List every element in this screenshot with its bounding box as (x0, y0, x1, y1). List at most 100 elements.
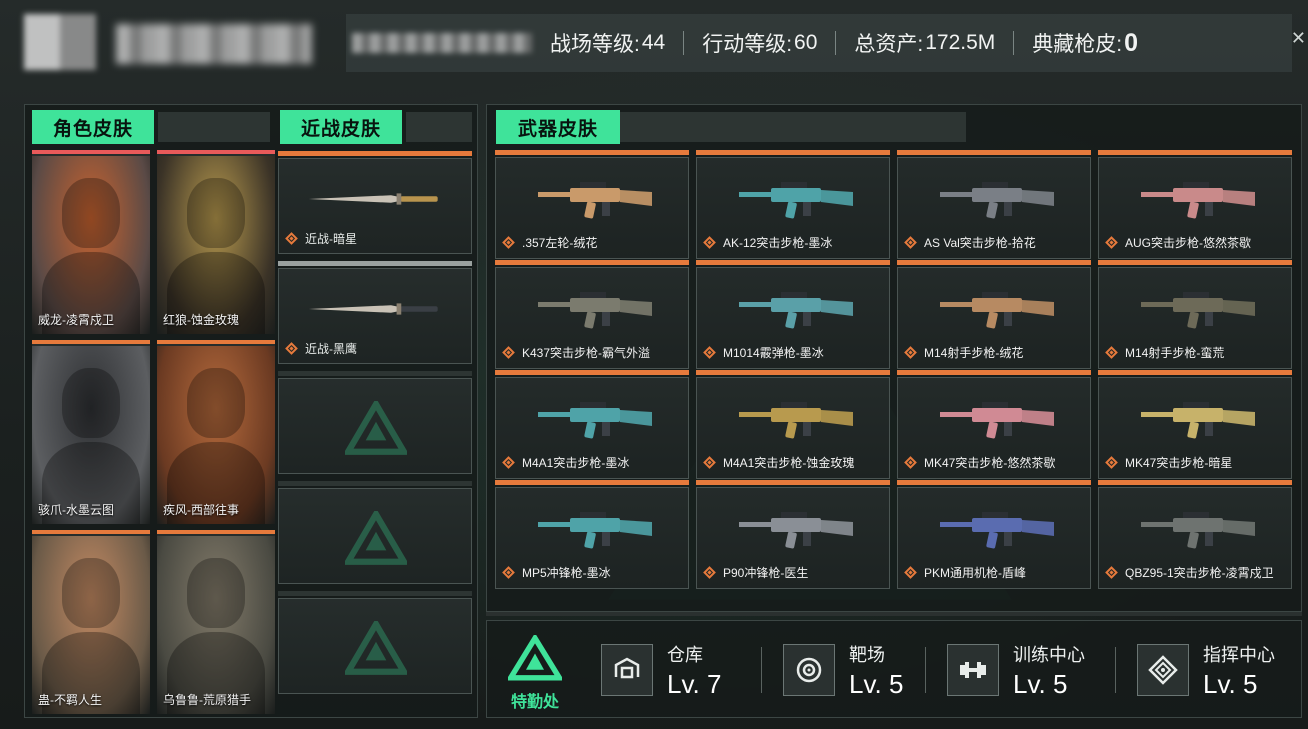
rarity-diamond-icon (285, 342, 298, 355)
facility-text: 靶场 Lv. 5 (849, 641, 903, 700)
rarity-bar (157, 340, 275, 344)
character-skin-card[interactable]: 疾风-西部往事 (157, 340, 275, 524)
empty-melee-slot[interactable] (278, 371, 472, 474)
weapon-skin-card[interactable]: M4A1突击步枪-蚀金玫瑰 (696, 370, 890, 479)
weapon-skin-card[interactable]: PKM通用机枪-盾峰 (897, 480, 1091, 589)
knife-icon (308, 303, 438, 315)
rarity-diamond-icon (1105, 346, 1118, 359)
rarity-bar (495, 260, 689, 265)
melee-skin-card[interactable]: 近战-黑鹰 (278, 261, 472, 364)
rarity-diamond-icon (904, 346, 917, 359)
weapon-skin-card[interactable]: AS Val突击步枪-拾花 (897, 150, 1091, 259)
player-stats-bar: 战场等级: 44 行动等级: 60 总资产: 172.5M 典藏枪皮: 0 (346, 14, 1292, 72)
tab-weapon-skins[interactable]: 武器皮肤 (496, 110, 620, 144)
facility-level: Lv. 5 (1203, 668, 1258, 699)
scrollbar-track[interactable] (486, 612, 1302, 616)
character-skin-card[interactable]: 骇爪-水墨云图 (32, 340, 150, 524)
knife-icon (308, 193, 438, 205)
tab-character-skins[interactable]: 角色皮肤 (32, 110, 154, 144)
character-skin-label: 乌鲁鲁-荒原猎手 (163, 693, 251, 707)
rarity-diamond-icon (703, 346, 716, 359)
weapon-skin-name: M4A1突击步枪-蚀金玫瑰 (723, 456, 855, 470)
facility-target[interactable]: 靶场 Lv. 5 (783, 635, 903, 705)
rarity-bar (1098, 260, 1292, 265)
rarity-diamond-icon (904, 566, 917, 579)
weapon-icon (538, 182, 652, 219)
header: 战场等级: 44 行动等级: 60 总资产: 172.5M 典藏枪皮: 0 ✕ (0, 0, 1308, 92)
weapon-icon (940, 402, 1054, 439)
weapon-skin-card[interactable]: MK47突击步枪-暗星 (1098, 370, 1292, 479)
weapon-skin-name: QBZ95-1突击步枪-凌霄戍卫 (1125, 566, 1274, 580)
weapon-skin-name: M4A1突击步枪-墨冰 (522, 456, 630, 470)
stat-total-assets: 总资产: 172.5M (836, 28, 1013, 58)
weapon-icon (1141, 182, 1255, 219)
divider (1115, 647, 1116, 693)
rarity-bar (157, 530, 275, 534)
close-icon[interactable]: ✕ (1291, 28, 1306, 49)
weapon-skin-card[interactable]: AUG突击步枪-悠然茶歇 (1098, 150, 1292, 259)
rarity-bar (278, 261, 472, 266)
rarity-bar (696, 260, 890, 265)
weapon-skin-card[interactable]: AK-12突击步枪-墨冰 (696, 150, 890, 259)
rarity-diamond-icon (285, 232, 298, 245)
facility-level: Lv. 5 (849, 668, 904, 699)
weapon-skin-card[interactable]: MK47突击步枪-悠然茶歇 (897, 370, 1091, 479)
weapon-skin-card[interactable]: .357左轮-绒花 (495, 150, 689, 259)
facility-icon-box (601, 644, 653, 696)
character-skin-card[interactable]: 红狼-蚀金玫瑰 (157, 150, 275, 334)
weapon-icon (538, 292, 652, 329)
weapon-skin-card[interactable]: P90冲锋枪-医生 (696, 480, 890, 589)
avatar[interactable] (24, 14, 96, 70)
weapon-skin-card[interactable]: MP5冲锋枪-墨冰 (495, 480, 689, 589)
weapon-skin-label: M1014霰弹枪-墨冰 (703, 344, 824, 361)
rarity-bar (1098, 370, 1292, 375)
weapon-skin-label: AK-12突击步枪-墨冰 (703, 234, 832, 251)
weapon-skin-card[interactable]: M4A1突击步枪-墨冰 (495, 370, 689, 479)
rarity-diamond-icon (1105, 236, 1118, 249)
weapon-skin-card[interactable]: QBZ95-1突击步枪-凌霄戍卫 (1098, 480, 1292, 589)
rarity-diamond-icon (904, 236, 917, 249)
character-portrait (157, 346, 275, 524)
weapon-skin-card[interactable]: M14射手步枪-绒花 (897, 260, 1091, 369)
target-icon (796, 657, 822, 683)
weapon-skin-name: M14射手步枪-绒花 (924, 346, 1024, 360)
weapon-icon (739, 512, 853, 549)
weapon-skin-name: K437突击步枪-霸气外溢 (522, 346, 651, 360)
facility-dumbbell[interactable]: 训练中心 Lv. 5 (947, 635, 1085, 705)
facility-command[interactable]: 指挥中心 Lv. 5 (1137, 635, 1275, 705)
character-skin-card[interactable]: 威龙-凌霄戍卫 (32, 150, 150, 334)
tab-melee-skins[interactable]: 近战皮肤 (280, 110, 402, 144)
facility-warehouse[interactable]: 仓库 Lv. 7 (601, 635, 721, 705)
weapon-skin-card[interactable]: M1014霰弹枪-墨冰 (696, 260, 890, 369)
special-service-icon (505, 633, 565, 681)
rarity-diamond-icon (703, 236, 716, 249)
weapon-skin-label: MK47突击步枪-暗星 (1105, 454, 1232, 471)
empty-melee-slot[interactable] (278, 481, 472, 584)
rarity-diamond-icon (904, 456, 917, 469)
melee-skin-card[interactable]: 近战-暗星 (278, 151, 472, 254)
facility-name: 训练中心 (1013, 644, 1085, 665)
melee-skin-name: 近战-暗星 (305, 232, 357, 246)
rarity-bar (495, 370, 689, 375)
weapon-skin-card[interactable]: M14射手步枪-蛮荒 (1098, 260, 1292, 369)
facility-level: Lv. 5 (1013, 668, 1068, 699)
weapon-skin-label: M4A1突击步枪-墨冰 (502, 454, 630, 471)
weapon-skin-label: QBZ95-1突击步枪-凌霄戍卫 (1105, 564, 1274, 581)
empty-melee-slot[interactable] (278, 591, 472, 694)
facility-icon-box (1137, 644, 1189, 696)
facility-name: 靶场 (849, 644, 885, 665)
weapon-skin-card[interactable]: K437突击步枪-霸气外溢 (495, 260, 689, 369)
rarity-bar (157, 150, 275, 154)
rarity-bar (495, 480, 689, 485)
special-service-logo[interactable]: 特勤处 (505, 633, 565, 711)
dumbbell-icon (960, 662, 986, 678)
tab-filler (406, 112, 472, 142)
character-skin-card[interactable]: 蛊-不羁人生 (32, 530, 150, 714)
character-skin-card[interactable]: 乌鲁鲁-荒原猎手 (157, 530, 275, 714)
weapon-icon (940, 292, 1054, 329)
tab-filler (158, 112, 270, 142)
weapon-icon (739, 292, 853, 329)
facility-icon-box (947, 644, 999, 696)
rarity-bar (897, 150, 1091, 155)
stat-label: 总资产: (854, 33, 924, 56)
